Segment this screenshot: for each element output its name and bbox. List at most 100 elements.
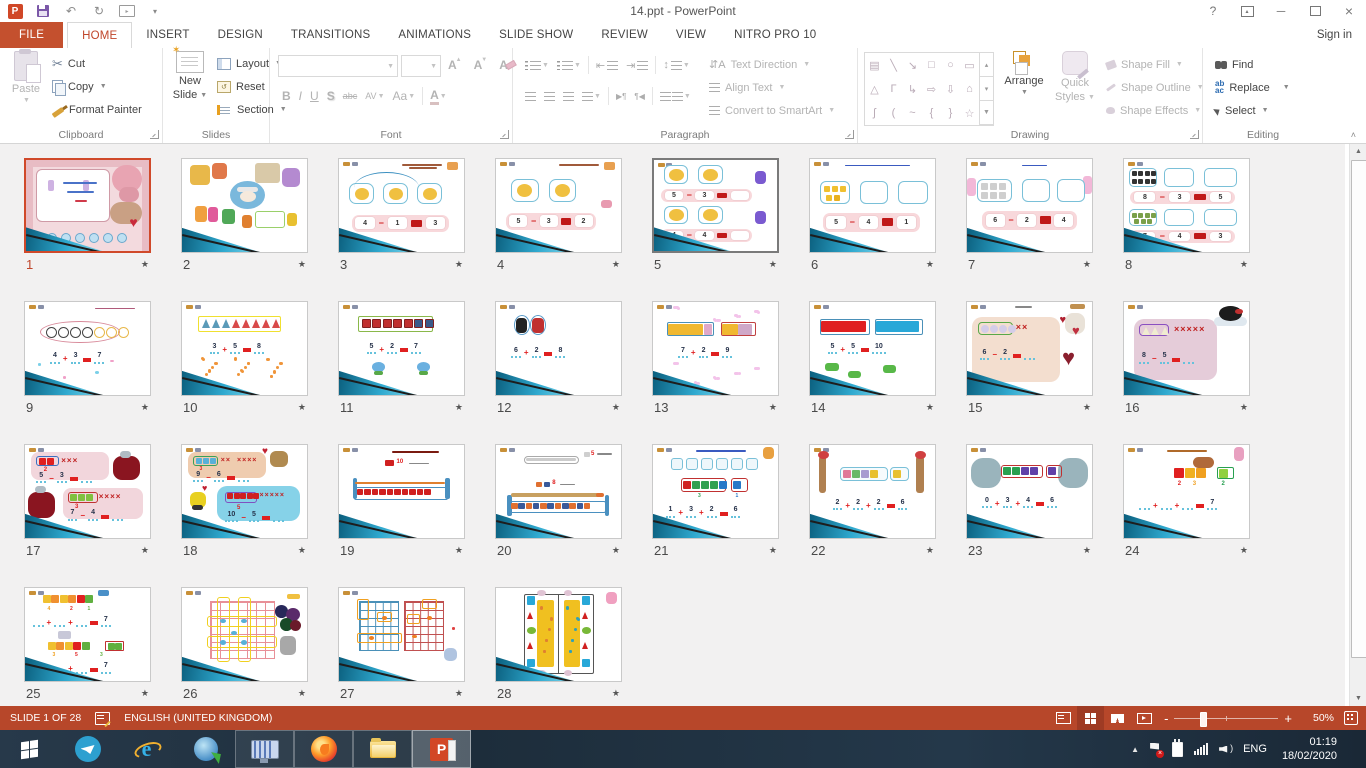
power-icon[interactable] — [1172, 742, 1183, 757]
shape-glyph[interactable]: □ — [922, 53, 941, 77]
animation-star-icon[interactable]: ★ — [141, 688, 149, 699]
new-slide-button[interactable]: New Slide▼ — [167, 51, 213, 101]
tab-home[interactable]: HOME — [67, 22, 132, 48]
shape-glyph[interactable]: Γ — [884, 77, 903, 101]
bold-button[interactable]: B — [278, 86, 295, 106]
taskbar-idm-button[interactable] — [176, 730, 235, 768]
animation-star-icon[interactable]: ★ — [926, 259, 934, 270]
replace-button[interactable]: abac Replace ▼ — [1215, 76, 1290, 99]
zoom-in-button[interactable]: + — [1278, 711, 1298, 726]
character-spacing-button[interactable]: AV▼ — [361, 86, 388, 106]
justify-button[interactable]: ▼ — [578, 86, 605, 106]
align-text-button[interactable]: Align Text ▼ — [709, 76, 835, 99]
slide-thumbnail-2[interactable] — [181, 158, 308, 253]
slide-sorter-view-button[interactable] — [1077, 706, 1104, 730]
slide-thumbnail-11[interactable]: 5+27 — [338, 301, 465, 396]
font-dialog-launcher[interactable] — [500, 130, 509, 139]
shape-glyph[interactable]: ○ — [941, 53, 960, 77]
underline-button[interactable]: U — [306, 86, 323, 106]
restore-button[interactable] — [1298, 0, 1332, 22]
shape-glyph[interactable]: { — [922, 101, 941, 125]
taskbar-firefox-button[interactable] — [294, 730, 353, 768]
animation-star-icon[interactable]: ★ — [1083, 545, 1091, 556]
taskbar-file-explorer-button[interactable] — [353, 730, 412, 768]
tab-transitions[interactable]: TRANSITIONS — [277, 22, 385, 48]
slide-thumbnail-19[interactable]: 10 — [338, 444, 465, 539]
reading-view-button[interactable] — [1104, 706, 1131, 730]
font-color-button[interactable]: A▼ — [426, 86, 451, 106]
columns-button[interactable]: ▼ — [656, 86, 695, 106]
shape-glyph[interactable]: ↳ — [903, 77, 922, 101]
taskbar-telegram-button[interactable] — [58, 730, 117, 768]
slide-thumbnail-20[interactable]: 58 — [495, 444, 622, 539]
line-spacing-button[interactable]: ↕▼ — [659, 55, 693, 75]
grow-font-button[interactable]: A▲ — [444, 55, 467, 75]
animation-star-icon[interactable]: ★ — [926, 545, 934, 556]
slide-thumbnail-14[interactable]: 5+510 — [809, 301, 936, 396]
slide-thumbnail-13[interactable]: 7+29 — [652, 301, 779, 396]
animation-star-icon[interactable]: ★ — [298, 688, 306, 699]
animation-star-icon[interactable]: ★ — [612, 402, 620, 413]
decrease-indent-button[interactable]: ⇤ — [592, 55, 622, 75]
animation-star-icon[interactable]: ★ — [141, 402, 149, 413]
tab-view[interactable]: VIEW — [662, 22, 720, 48]
input-language-indicator[interactable]: ENG — [1243, 743, 1267, 755]
slide-thumbnail-9[interactable]: 4+37 — [24, 301, 151, 396]
taskbar-powerpoint-button[interactable]: P — [412, 730, 471, 768]
shape-glyph[interactable]: △ — [865, 77, 884, 101]
animation-star-icon[interactable]: ★ — [455, 259, 463, 270]
animation-star-icon[interactable]: ★ — [455, 402, 463, 413]
animation-star-icon[interactable]: ★ — [455, 545, 463, 556]
shapes-gallery-scroll-button[interactable]: ▼ — [980, 101, 993, 125]
zoom-level[interactable]: 50% — [1298, 712, 1342, 724]
close-button[interactable]: × — [1332, 0, 1366, 22]
font-size-combobox[interactable]: ▼ — [401, 55, 441, 77]
undo-button[interactable]: ↶ — [62, 3, 80, 19]
shape-glyph[interactable]: ▤ — [865, 53, 884, 77]
shape-glyph[interactable]: ↘ — [903, 53, 922, 77]
tab-file[interactable]: FILE — [0, 22, 63, 48]
animation-star-icon[interactable]: ★ — [1083, 402, 1091, 413]
tab-design[interactable]: DESIGN — [204, 22, 277, 48]
italic-button[interactable]: I — [295, 86, 306, 106]
minimize-button[interactable]: ─ — [1264, 0, 1298, 22]
fit-slide-to-window-button[interactable] — [1344, 711, 1358, 725]
slide-thumbnail-28[interactable] — [495, 587, 622, 682]
align-left-button[interactable] — [521, 86, 540, 106]
slide-thumbnail-7[interactable]: 6−24 — [966, 158, 1093, 253]
shape-glyph[interactable]: ☆ — [960, 101, 979, 125]
slide-thumbnail-16[interactable]: ×××××8−5 — [1123, 301, 1250, 396]
animation-star-icon[interactable]: ★ — [612, 688, 620, 699]
ribbon-display-options-button[interactable]: ▴ — [1230, 0, 1264, 22]
cut-button[interactable]: ✂ Cut — [52, 52, 142, 75]
slide-thumbnail-10[interactable]: 3+58 — [181, 301, 308, 396]
find-button[interactable]: Find — [1215, 53, 1290, 76]
strikethrough-button[interactable]: abc — [339, 86, 362, 106]
save-button[interactable] — [34, 3, 52, 19]
slide-thumbnail-3[interactable]: 4−13 — [338, 158, 465, 253]
animation-star-icon[interactable]: ★ — [1240, 259, 1248, 270]
animation-star-icon[interactable]: ★ — [1083, 259, 1091, 270]
zoom-out-button[interactable]: - — [1158, 711, 1174, 726]
drawing-dialog-launcher[interactable] — [1190, 130, 1199, 139]
network-signal-icon[interactable] — [1194, 743, 1208, 755]
slide-thumbnail-24[interactable]: 232++7 — [1123, 444, 1250, 539]
format-painter-button[interactable]: Format Painter — [52, 98, 142, 121]
animation-star-icon[interactable]: ★ — [1240, 545, 1248, 556]
slide-thumbnail-27[interactable] — [338, 587, 465, 682]
slide-thumbnail-18[interactable]: ××××××39−6♥×××××510−5♥ — [181, 444, 308, 539]
animation-star-icon[interactable]: ★ — [612, 259, 620, 270]
text-shadow-button[interactable]: S — [323, 86, 339, 106]
slide-thumbnail-22[interactable]: 2+2+26 — [809, 444, 936, 539]
align-center-button[interactable] — [540, 86, 559, 106]
collapse-ribbon-button[interactable]: ˄ — [1351, 130, 1356, 140]
ltr-direction-button[interactable]: ▶¶ — [612, 86, 630, 106]
tab-animations[interactable]: ANIMATIONS — [384, 22, 485, 48]
animation-star-icon[interactable]: ★ — [612, 545, 620, 556]
copy-button[interactable]: Copy ▼ — [52, 75, 142, 98]
spell-check-icon[interactable] — [95, 712, 110, 725]
slide-thumbnail-5[interactable]: 5−34−4 — [652, 158, 779, 253]
quick-styles-button[interactable]: Quick Styles▼ — [1052, 51, 1098, 103]
tab-insert[interactable]: INSERT — [132, 22, 203, 48]
shape-glyph[interactable]: ⇩ — [941, 77, 960, 101]
